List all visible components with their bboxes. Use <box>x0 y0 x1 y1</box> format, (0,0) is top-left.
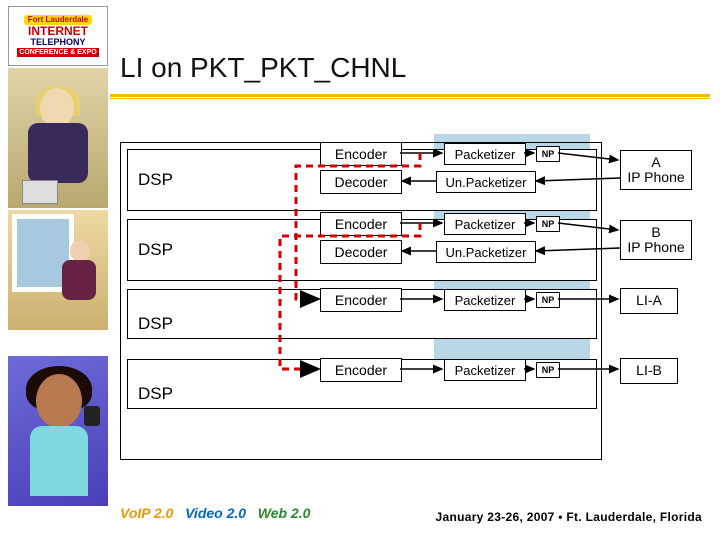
dsp-label-4: DSP <box>138 384 173 404</box>
title-rule <box>110 94 710 97</box>
packetizer-4: Packetizer <box>444 359 526 381</box>
footer-video: Video 2.0 <box>185 505 246 521</box>
li-a: LI-A <box>620 288 678 314</box>
left-image-strip: Fort Lauderdale INTERNET TELEPHONY CONFE… <box>8 6 108 526</box>
packetizer-3: Packetizer <box>444 289 526 311</box>
decoder-2: Decoder <box>320 240 402 264</box>
dsp-label-1: DSP <box>138 170 173 190</box>
page-title: LI on PKT_PKT_CHNL <box>120 52 406 84</box>
ip-phone-b: BIP Phone <box>620 220 692 260</box>
encoder-2: Encoder <box>320 212 402 236</box>
photo-sign-language <box>8 210 108 330</box>
li-b: LI-B <box>620 358 678 384</box>
dsp-label-2: DSP <box>138 240 173 260</box>
packetizer-2: Packetizer <box>444 213 526 235</box>
footer-brands: VoIP 2.0 Video 2.0 Web 2.0 <box>120 505 310 521</box>
logo-bot: TELEPHONY <box>30 38 85 47</box>
encoder-3: Encoder <box>320 288 402 312</box>
phone-b-type: IP Phone <box>627 239 684 255</box>
phone-a-type: IP Phone <box>627 169 684 185</box>
phone-a-name: A <box>651 154 660 170</box>
np-1: NP <box>536 146 560 162</box>
logo-mid: INTERNET <box>28 25 88 38</box>
footer-date-location: January 23-26, 2007 • Ft. Lauderdale, Fl… <box>436 510 702 524</box>
dsp-label-3: DSP <box>138 314 173 334</box>
title-rule-thin <box>110 98 710 99</box>
photo-woman-pda <box>8 68 108 208</box>
np-4: NP <box>536 362 560 378</box>
unpacketizer-1: Un.Packetizer <box>436 171 536 193</box>
ip-phone-a: AIP Phone <box>620 150 692 190</box>
photo-woman-headset <box>8 356 108 506</box>
encoder-4: Encoder <box>320 358 402 382</box>
footer-voip: VoIP 2.0 <box>120 505 173 521</box>
slide-root: Fort Lauderdale INTERNET TELEPHONY CONFE… <box>0 0 720 540</box>
conference-logo: Fort Lauderdale INTERNET TELEPHONY CONFE… <box>8 6 108 66</box>
footer-web: Web 2.0 <box>258 505 311 521</box>
np-3: NP <box>536 292 560 308</box>
np-2: NP <box>536 216 560 232</box>
phone-b-name: B <box>651 224 660 240</box>
unpacketizer-2: Un.Packetizer <box>436 241 536 263</box>
diagram: DSP DSP DSP DSP Encoder Decoder Encoder … <box>120 130 700 480</box>
encoder-1: Encoder <box>320 142 402 166</box>
decoder-1: Decoder <box>320 170 402 194</box>
packetizer-1: Packetizer <box>444 143 526 165</box>
logo-tag: CONFERENCE & EXPO <box>17 48 98 57</box>
